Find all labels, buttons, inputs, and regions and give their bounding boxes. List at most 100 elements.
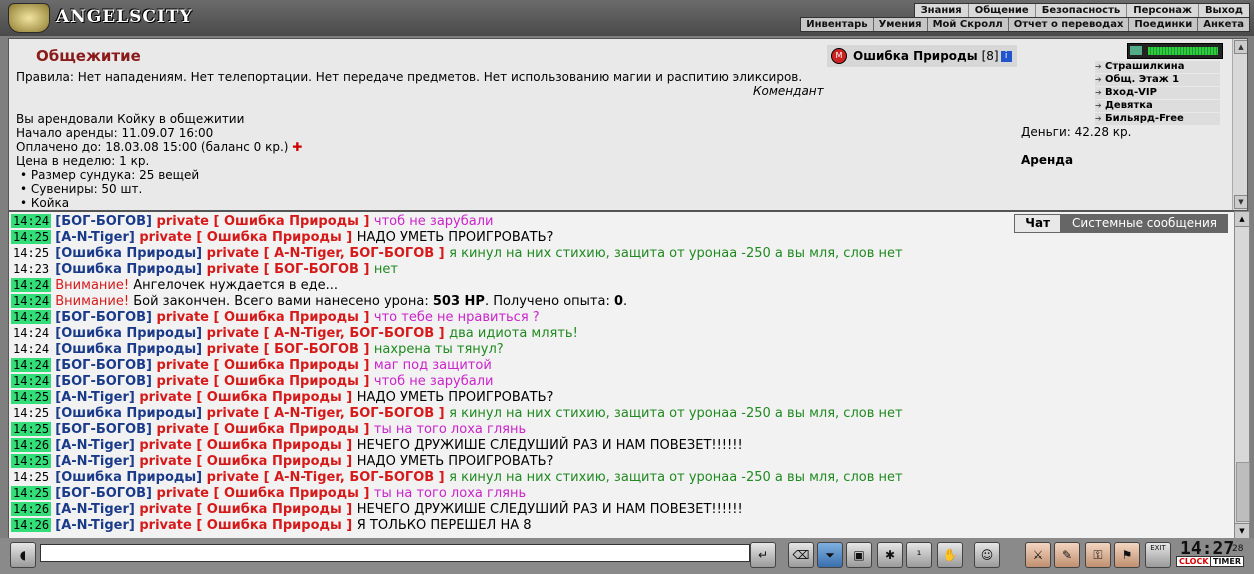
- message-author[interactable]: [A-N-Tiger]: [55, 502, 139, 517]
- scroll-up-icon[interactable]: ▲: [1235, 212, 1249, 227]
- hand-icon[interactable]: ✋: [937, 542, 963, 568]
- message-author[interactable]: [БОГ-БОГОВ]: [55, 486, 156, 501]
- message-time[interactable]: 14:24: [11, 342, 51, 356]
- message-private-recipients[interactable]: private [ Ошибка Природы ]: [139, 454, 356, 469]
- message-author[interactable]: [A-N-Tiger]: [55, 454, 139, 469]
- location-item[interactable]: Общ. Этаж 1: [1095, 74, 1220, 86]
- scroll-down-icon[interactable]: ▼: [1234, 195, 1247, 209]
- message-private-recipients[interactable]: private [ Ошибка Природы ]: [139, 438, 356, 453]
- message-private-recipients[interactable]: private [ A-N-Tiger, БОГ-БОГОВ ]: [207, 326, 450, 341]
- message-private-recipients[interactable]: private [ A-N-Tiger, БОГ-БОГОВ ]: [207, 246, 450, 261]
- message-private-recipients[interactable]: private [ Ошибка Природы ]: [157, 486, 374, 501]
- info-scrollbar[interactable]: ▲ ▼: [1232, 39, 1247, 210]
- subnav-profile[interactable]: Анкета: [1198, 18, 1249, 31]
- message-private-recipients[interactable]: private [ Ошибка Природы ]: [139, 502, 356, 517]
- save-icon[interactable]: ▣: [846, 542, 872, 568]
- nav-communication[interactable]: Общение: [969, 4, 1036, 17]
- emote-icon[interactable]: ✱: [877, 542, 903, 568]
- chat-input[interactable]: [40, 544, 750, 562]
- scroll-down-icon[interactable]: ▼: [1235, 523, 1249, 538]
- message-time[interactable]: 14:25: [11, 390, 52, 404]
- message-time[interactable]: 14:24: [11, 326, 51, 340]
- message-private-recipients[interactable]: private [ Ошибка Природы ]: [157, 422, 374, 437]
- subnav-duels[interactable]: Поединки: [1129, 18, 1199, 31]
- clock-label[interactable]: CLOCK: [1176, 556, 1212, 567]
- message-time[interactable]: 14:24: [11, 294, 52, 308]
- scroll-icon[interactable]: ✎: [1054, 542, 1080, 568]
- message-time[interactable]: 14:26: [11, 438, 52, 452]
- message-author[interactable]: [Ошибка Природы]: [55, 262, 206, 277]
- message-time[interactable]: 14:24: [11, 310, 52, 324]
- message-private-recipients[interactable]: private [ Ошибка Природы ]: [157, 358, 374, 373]
- subnav-my-scroll[interactable]: Мой Скролл: [928, 18, 1009, 31]
- message-private-recipients[interactable]: private [ Ошибка Природы ]: [139, 518, 356, 533]
- message-time[interactable]: 14:24: [11, 374, 52, 388]
- exit-button[interactable]: EXIT: [1145, 542, 1171, 568]
- send-icon[interactable]: ↵: [750, 542, 776, 568]
- nav-exit[interactable]: Выход: [1199, 4, 1249, 17]
- message-time[interactable]: 14:25: [11, 406, 51, 420]
- message-time[interactable]: 14:25: [11, 454, 52, 468]
- message-private-recipients[interactable]: private [ A-N-Tiger, БОГ-БОГОВ ]: [207, 406, 450, 421]
- message-time[interactable]: 14:26: [11, 502, 52, 516]
- message-author[interactable]: [Ошибка Природы]: [55, 246, 206, 261]
- smiley-icon[interactable]: ☺: [974, 542, 1000, 568]
- subnav-transfer-report[interactable]: Отчет о переводах: [1009, 18, 1130, 31]
- flag-icon[interactable]: ⚑: [1114, 542, 1140, 568]
- message-private-recipients[interactable]: private [ Ошибка Природы ]: [157, 310, 374, 325]
- message-author[interactable]: [БОГ-БОГОВ]: [55, 422, 156, 437]
- player-info-icon[interactable]: i: [1000, 50, 1012, 62]
- filter-icon[interactable]: ⏷: [817, 542, 843, 568]
- timer-label[interactable]: TIMER: [1210, 556, 1245, 567]
- location-item[interactable]: Страшилкина улица: [1095, 61, 1220, 84]
- message-author[interactable]: [Ошибка Природы]: [55, 342, 206, 357]
- message-time[interactable]: 14:26: [11, 518, 52, 532]
- message-time[interactable]: 14:25: [11, 470, 51, 484]
- logo[interactable]: ANGELSCITY: [6, 3, 196, 33]
- message-author[interactable]: [A-N-Tiger]: [55, 438, 139, 453]
- message-private-recipients[interactable]: private [ A-N-Tiger, БОГ-БОГОВ ]: [207, 470, 450, 485]
- message-time[interactable]: 14:24: [11, 358, 52, 372]
- tab-chat[interactable]: Чат: [1014, 214, 1062, 233]
- player-name[interactable]: Ошибка Природы: [853, 49, 978, 63]
- rent-link[interactable]: Аренда: [1021, 153, 1073, 167]
- nav-security[interactable]: Безопасность: [1036, 4, 1128, 17]
- message-private-recipients[interactable]: private [ Ошибка Природы ]: [157, 374, 374, 389]
- subnav-skills[interactable]: Умения: [874, 18, 928, 31]
- speaker-icon[interactable]: ◖: [10, 542, 36, 568]
- message-author[interactable]: [Ошибка Природы]: [55, 326, 206, 341]
- nav-knowledge[interactable]: Знания: [915, 4, 969, 17]
- message-time[interactable]: 14:23: [11, 262, 51, 276]
- message-private-recipients[interactable]: private [ Ошибка Природы ]: [139, 390, 356, 405]
- scroll-up-icon[interactable]: ▲: [1234, 40, 1247, 54]
- message-time[interactable]: 14:25: [11, 246, 51, 260]
- plus-icon[interactable]: ✚: [292, 140, 302, 154]
- dagger-icon[interactable]: ⚔: [1025, 542, 1051, 568]
- message-private-recipients[interactable]: private [ БОГ-БОГОВ ]: [207, 342, 374, 357]
- scroll-thumb[interactable]: [1236, 462, 1250, 522]
- chat-scrollbar[interactable]: ▲ ▼: [1234, 211, 1250, 539]
- tab-system-messages[interactable]: Системные сообщения: [1061, 214, 1228, 233]
- lock-icon[interactable]: ⚿: [1085, 542, 1111, 568]
- message-private-recipients[interactable]: private [ БОГ-БОГОВ ]: [207, 262, 374, 277]
- subnav-inventory[interactable]: Инвентарь: [801, 18, 874, 31]
- message-time[interactable]: 14:25: [11, 422, 52, 436]
- private-icon[interactable]: ¹: [906, 542, 932, 568]
- nav-character[interactable]: Персонаж: [1127, 4, 1199, 17]
- message-author[interactable]: [A-N-Tiger]: [55, 518, 139, 533]
- message-author[interactable]: [A-N-Tiger]: [55, 390, 139, 405]
- message-author[interactable]: [БОГ-БОГОВ]: [55, 214, 156, 229]
- camera-icon[interactable]: [1130, 46, 1142, 55]
- message-time[interactable]: 14:25: [11, 486, 52, 500]
- message-author[interactable]: [A-N-Tiger]: [55, 230, 139, 245]
- message-time[interactable]: 14:24: [11, 278, 52, 292]
- message-author[interactable]: [Ошибка Природы]: [55, 406, 206, 421]
- eraser-icon[interactable]: ⌫: [788, 542, 814, 568]
- message-author[interactable]: [БОГ-БОГОВ]: [55, 374, 156, 389]
- message-private-recipients[interactable]: private [ Ошибка Природы ]: [157, 214, 374, 229]
- location-item[interactable]: Вход-VIP: [1095, 87, 1220, 99]
- message-private-recipients[interactable]: private [ Ошибка Природы ]: [139, 230, 356, 245]
- message-time[interactable]: 14:25: [11, 230, 52, 244]
- message-time[interactable]: 14:24: [11, 214, 52, 228]
- message-author[interactable]: [БОГ-БОГОВ]: [55, 310, 156, 325]
